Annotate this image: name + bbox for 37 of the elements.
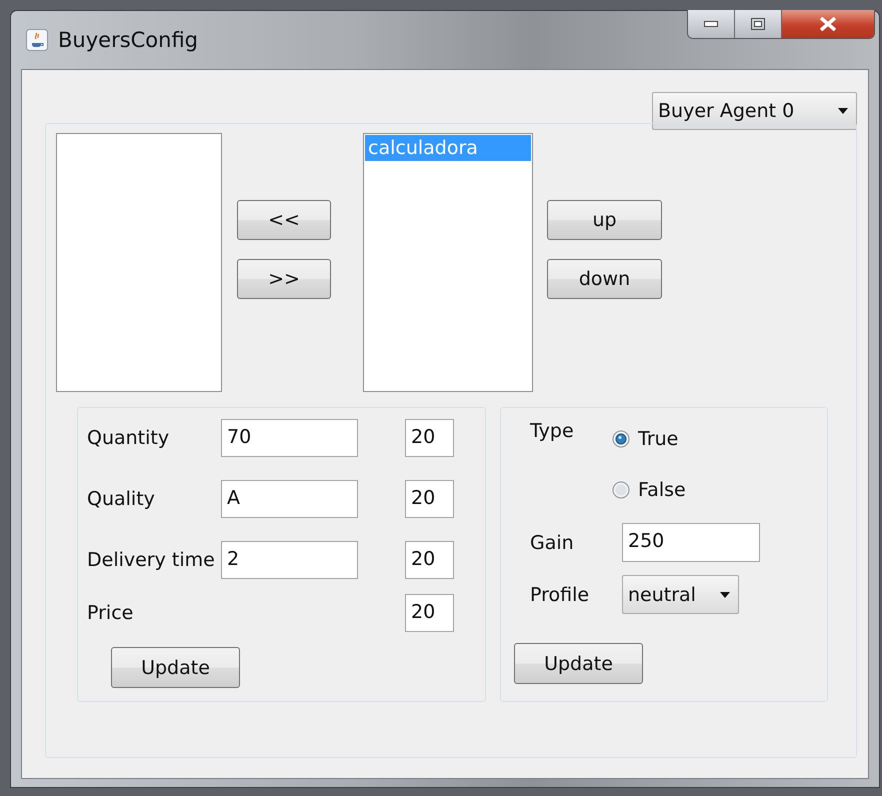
field-label: Delivery time [87,549,216,571]
update-button[interactable]: Update [111,647,240,688]
radio-button[interactable] [612,430,630,448]
weight-field[interactable]: 20 [405,480,454,518]
java-cup-icon [26,29,48,51]
close-button[interactable] [782,10,874,38]
field-label: Gain [530,532,575,554]
caret-icon [720,592,730,598]
radio-button[interactable] [612,481,630,499]
order-button[interactable]: down [547,259,662,299]
weight-field[interactable]: 20 [405,541,454,579]
input-field[interactable]: 250 [622,523,760,562]
dropdown[interactable]: Buyer Agent 0 [652,92,857,130]
input-field[interactable]: A [221,480,358,518]
field-label: Quantity [87,427,170,449]
order-button[interactable]: up [547,200,662,240]
minimize-icon [704,21,718,27]
input-field[interactable]: 70 [221,419,358,457]
field-label: Type [530,420,575,444]
maximize-button[interactable] [735,10,782,38]
move-button[interactable]: >> [237,259,331,299]
field-label: Profile [530,584,590,606]
radio-label: False [638,479,686,501]
field-label: Quality [87,488,156,510]
window-title: BuyersConfig [58,28,198,52]
radio-label: True [638,428,678,450]
update-button[interactable]: Update [514,643,643,684]
move-button[interactable]: << [237,200,331,240]
caret-icon [838,108,848,114]
weight-field[interactable]: 20 [405,594,454,632]
weight-field[interactable]: 20 [405,419,454,457]
field-label: Price [87,602,134,624]
close-icon [819,17,837,31]
input-field[interactable]: 2 [221,541,358,579]
minimize-button[interactable] [688,10,735,38]
maximize-icon [751,18,765,30]
dropdown[interactable]: neutral [622,575,739,614]
